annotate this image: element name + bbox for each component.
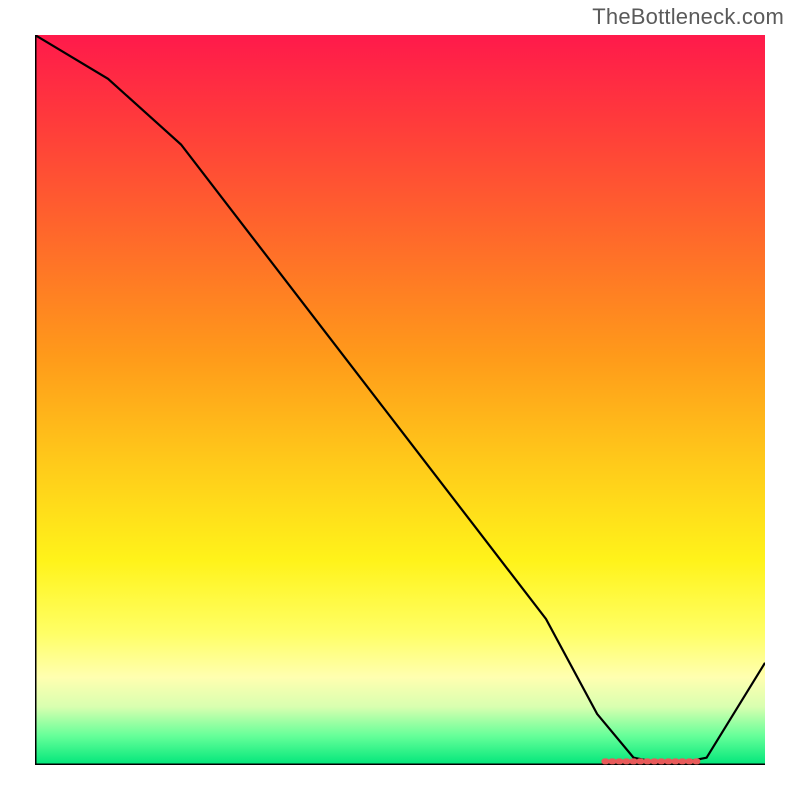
plot-area (35, 35, 765, 765)
gradient-background (35, 35, 765, 765)
chart-container: TheBottleneck.com (0, 0, 800, 800)
watermark-text: TheBottleneck.com (592, 4, 784, 30)
